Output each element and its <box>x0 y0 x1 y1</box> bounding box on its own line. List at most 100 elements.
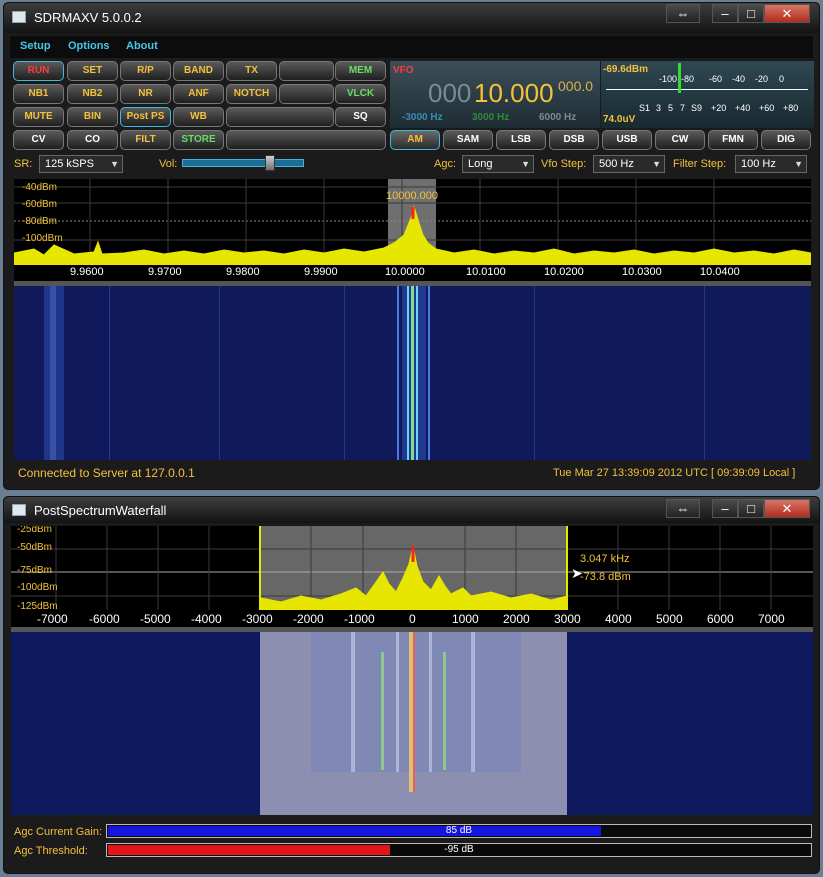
mode-am-button[interactable]: AM <box>390 130 440 150</box>
nr-button[interactable]: NR <box>120 84 171 104</box>
co-button[interactable]: CO <box>67 130 118 150</box>
agc-select[interactable]: Long ▼ <box>462 155 534 173</box>
vlck-button[interactable]: VLCK <box>335 84 386 104</box>
post-waterfall[interactable] <box>11 632 813 815</box>
nb2-button[interactable]: NB2 <box>67 84 118 104</box>
cv-button[interactable]: CV <box>13 130 64 150</box>
filter-step-value: 100 Hz <box>741 158 776 170</box>
post-waterfall-line <box>396 632 399 772</box>
meter-bottom-tick: +20 <box>711 103 727 113</box>
freq-tick: 10.0200 <box>544 266 584 278</box>
close-button[interactable]: ✕ <box>764 4 810 23</box>
post-ps-button[interactable]: Post PS <box>120 107 171 127</box>
sr-select-value: 125 kSPS <box>45 158 94 170</box>
post-window-title: PostSpectrumWaterfall <box>34 503 167 518</box>
meter-bottom-tick: 7 <box>680 103 686 113</box>
mode-sam-button[interactable]: SAM <box>443 130 493 150</box>
resize-icon[interactable]: ⇔ <box>666 499 700 518</box>
mem-button[interactable]: MEM <box>335 61 386 81</box>
main-titlebar[interactable]: SDRMAXV 5.0.0.2 ⇔ – □ ✕ <box>4 3 819 33</box>
anf-button[interactable]: ANF <box>173 84 224 104</box>
menu-about[interactable]: About <box>126 40 158 52</box>
resize-icon[interactable]: ⇔ <box>666 4 700 23</box>
post-freq-tick: 0 <box>409 612 416 626</box>
rp-button[interactable]: R/P <box>120 61 171 81</box>
post-freq-tick: -7000 <box>37 612 68 626</box>
meter-top-tick: 0 <box>779 74 785 84</box>
wb-button[interactable]: WB <box>173 107 224 127</box>
agc-threshold-value: -95 dB <box>444 844 474 855</box>
main-window-title: SDRMAXV 5.0.0.2 <box>34 10 142 25</box>
meter-top-tick: -60 <box>709 74 723 84</box>
mode-lsb-button[interactable]: LSB <box>496 130 546 150</box>
minimize-button[interactable]: – <box>712 499 738 518</box>
blank-button-2[interactable] <box>279 84 334 104</box>
freq-tick: 9.9700 <box>148 266 182 278</box>
mode-dig-button[interactable]: DIG <box>761 130 811 150</box>
vfo-freq-main[interactable]: 10.000 <box>474 78 554 109</box>
meter-bottom-scale: S1 3 5 7 S9 +20 +40 +60 +80 <box>639 103 809 115</box>
meter-top-tick: -20 <box>755 74 769 84</box>
mode-fmn-button[interactable]: FMN <box>708 130 758 150</box>
post-waterfall-line <box>471 632 475 772</box>
mute-button[interactable]: MUTE <box>13 107 64 127</box>
vfo-freq-dim: 000 <box>428 78 472 108</box>
sr-select[interactable]: 125 kSPS ▼ <box>39 155 123 173</box>
spectrum-ylabel: -80dBm <box>22 216 58 227</box>
store-button[interactable]: STORE <box>173 130 224 150</box>
filter-step-select[interactable]: 100 Hz ▼ <box>735 155 807 173</box>
mode-cw-button[interactable]: CW <box>655 130 705 150</box>
maximize-button[interactable]: □ <box>738 499 764 518</box>
freq-tick: 10.0000 <box>385 266 425 278</box>
post-waterfall-line <box>443 652 446 770</box>
run-button[interactable]: RUN <box>13 61 64 81</box>
meter-bottom-tick: +80 <box>783 103 799 113</box>
vfo-step-select[interactable]: 500 Hz ▼ <box>593 155 665 173</box>
menu-options[interactable]: Options <box>68 40 110 52</box>
post-freq-tick: -4000 <box>191 612 222 626</box>
meter-bottom-tick: +40 <box>735 103 751 113</box>
mode-dsb-button[interactable]: DSB <box>549 130 599 150</box>
cursor-level-readout: -73.8 dBm <box>580 571 631 583</box>
blank-button-3[interactable] <box>226 107 334 127</box>
post-ylabel: -50dBm <box>17 542 53 553</box>
post-freq-tick: -2000 <box>293 612 324 626</box>
notch-button[interactable]: NOTCH <box>226 84 277 104</box>
main-waterfall[interactable] <box>14 286 811 460</box>
filt-button[interactable]: FILT <box>120 130 171 150</box>
waterfall-streak <box>109 286 110 460</box>
blank-button-1[interactable] <box>279 61 334 81</box>
post-spectrum-panel[interactable]: ➤ -25dBm -50dBm -75dBm -100dBm -125dBm 3… <box>11 526 813 610</box>
post-waterfall-line <box>409 632 413 792</box>
meter-bottom-tick: S1 <box>639 103 651 113</box>
tx-button[interactable]: TX <box>226 61 277 81</box>
set-button[interactable]: SET <box>67 61 118 81</box>
volume-slider-thumb[interactable] <box>264 155 275 171</box>
blank-button-4[interactable] <box>226 130 386 150</box>
band-button[interactable]: BAND <box>173 61 224 81</box>
sq-button[interactable]: SQ <box>335 107 386 127</box>
post-freq-tick: 1000 <box>452 612 479 626</box>
volume-slider[interactable] <box>182 155 304 171</box>
post-freq-tick: -5000 <box>140 612 171 626</box>
waterfall-streak <box>534 286 535 460</box>
meter-bottom-tick: 5 <box>668 103 674 113</box>
post-titlebar[interactable]: PostSpectrumWaterfall ⇔ – □ ✕ <box>4 497 819 523</box>
nb1-button[interactable]: NB1 <box>13 84 64 104</box>
post-freq-axis: -7000 -6000 -5000 -4000 -3000 -2000 -100… <box>11 610 813 627</box>
post-freq-tick: -1000 <box>344 612 375 626</box>
main-window: SDRMAXV 5.0.0.2 ⇔ – □ ✕ Setup Options Ab… <box>3 2 820 490</box>
minimize-button[interactable]: – <box>712 4 738 23</box>
close-button[interactable]: ✕ <box>764 499 810 518</box>
agc-threshold-bar[interactable]: -95 dB <box>106 843 812 857</box>
maximize-button[interactable]: □ <box>738 4 764 23</box>
spectrum-panel[interactable]: -40dBm -60dBm -80dBm -100dBm 10000.000 <box>14 179 811 265</box>
waterfall-noise-band <box>50 286 56 460</box>
mode-usb-button[interactable]: USB <box>602 130 652 150</box>
agc-threshold-label: Agc Threshold: <box>14 845 88 857</box>
waterfall-signal <box>397 286 399 460</box>
filter-step-label: Filter Step: <box>673 158 727 170</box>
menu-setup[interactable]: Setup <box>20 40 51 52</box>
freq-tick: 10.0400 <box>700 266 740 278</box>
bin-button[interactable]: BIN <box>67 107 118 127</box>
